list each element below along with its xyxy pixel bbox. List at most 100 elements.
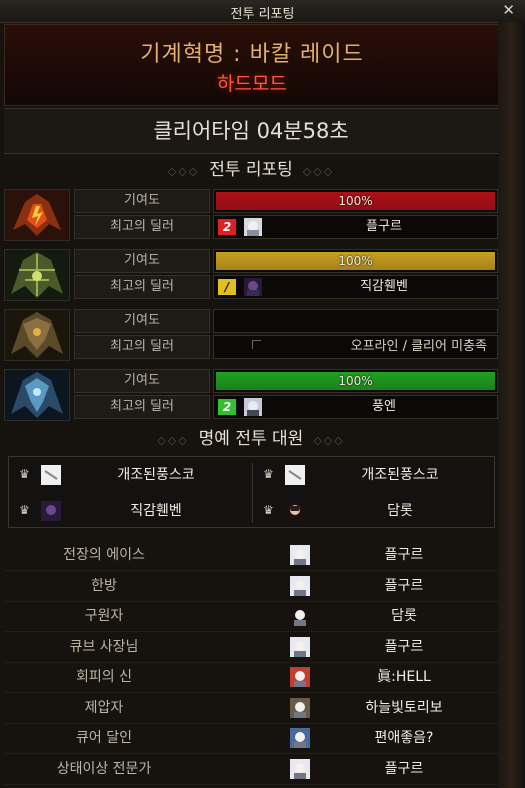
player-avatar-icon [290, 636, 310, 657]
player-avatar-icon [290, 697, 310, 718]
crown-icon: ♛ [19, 503, 30, 517]
dealer-name: 플구르 [366, 219, 402, 234]
battle-report-window: 전투 리포팅 ✕ 기계혁명 : 바칼 레이드 하드모드 클리어타임 04분58초… [0, 0, 525, 788]
boss-card: 기여도 최고의 딜러 오프라인 / 클리어 미충족 [4, 309, 498, 361]
honor-members-panel: ♛ 개조된풍스코 ♛ 개조된풍스코 ♛ 직감휀벤 ♛ 담롯 [8, 456, 495, 528]
title-bar: 전투 리포팅 ✕ [0, 0, 525, 23]
contribution-label: 기여도 [74, 189, 210, 213]
contribution-bar-track: 100% [213, 369, 498, 393]
award-row: 제압자 하늘빛토리보 [4, 693, 498, 724]
contribution-percent: 100% [338, 374, 373, 388]
award-row: 큐어 달인 편애좋음? [4, 723, 498, 754]
honor-member-name: 개조된풍스코 [361, 467, 439, 483]
player-avatar-icon [41, 465, 61, 485]
honor-member-name: 개조된풍스코 [117, 467, 195, 483]
thorn-dragon-icon [4, 249, 70, 301]
rank-badge: 2 [218, 219, 236, 235]
contribution-row: 기여도 100% [74, 189, 498, 213]
award-row: 상태이상 전문가 플구르 [4, 754, 498, 785]
clear-time: 클리어타임 04분58초 [4, 108, 498, 154]
divider [252, 463, 253, 523]
background-decoration [498, 22, 525, 788]
honor-section-title: ◇◇◇ 명예 전투 대원 ◇◇◇ [4, 427, 498, 451]
award-title: 제압자 [84, 699, 124, 716]
raid-mode: 하드모드 [217, 73, 287, 95]
rank-badge: / [218, 279, 236, 295]
offline-text: 오프라인 / 클리어 미충족 [350, 339, 487, 354]
contribution-row: 기여도 100% [74, 369, 498, 393]
top-dealer-row: 최고의 딜러 2 플구르 [74, 215, 498, 239]
crown-icon: ♛ [263, 503, 274, 517]
player-avatar-icon [290, 575, 310, 596]
top-dealer-value: 오프라인 / 클리어 미충족 [213, 335, 498, 359]
ornament-right: ◇◇◇ [302, 165, 335, 178]
contribution-bar: 100% [216, 252, 495, 270]
award-title: 전장의 에이스 [63, 547, 145, 563]
gold-dragon-icon [4, 309, 70, 361]
player-avatar-icon [244, 218, 262, 236]
dealer-name: 직감휀벤 [360, 279, 408, 294]
award-title: 큐어 달인 [76, 730, 132, 746]
honor-member: ♛ 개조된풍스코 [255, 459, 495, 491]
contribution-bar: 100% [216, 192, 495, 210]
honor-member: ♛ 개조된풍스코 [11, 459, 251, 491]
boss-card: 기여도 100% 최고의 딜러 2 풍엔 [4, 369, 498, 421]
top-dealer-value: / 직감휀벤 [213, 275, 498, 299]
contribution-bar-track: 100% [213, 249, 498, 273]
crown-icon: ♛ [19, 467, 30, 481]
top-dealer-label: 최고의 딜러 [74, 335, 210, 359]
award-title: 한방 [91, 577, 117, 594]
award-row: 전장의 에이스 플구르 [4, 540, 498, 571]
player-avatar-icon [290, 758, 310, 779]
contribution-label: 기여도 [74, 309, 210, 333]
player-avatar-icon [41, 501, 61, 521]
contribution-percent: 100% [338, 194, 373, 208]
window-title: 전투 리포팅 [230, 7, 295, 22]
award-winner: 플구르 [384, 547, 424, 563]
honor-title-text: 명예 전투 대원 [198, 429, 304, 449]
award-winner: 담롯 [391, 608, 417, 624]
boss-card: 기여도 100% 최고의 딜러 / 직감휀벤 [4, 249, 498, 301]
top-dealer-row: 최고의 딜러 / 직감휀벤 [74, 275, 498, 299]
honor-member: ♛ 직감휀벤 [11, 495, 251, 527]
fire-dragon-icon [4, 189, 70, 241]
award-winner: 편애좋음? [374, 730, 434, 746]
contribution-percent: 100% [338, 254, 373, 268]
award-title: 상태이상 전문가 [56, 760, 152, 777]
contribution-bar: 100% [216, 372, 495, 390]
player-avatar-icon [290, 606, 310, 626]
award-winner: 하늘빛토리보 [365, 699, 443, 716]
award-title: 회피의 신 [76, 669, 132, 685]
ornament-left: ◇◇◇ [157, 434, 189, 447]
honor-member: ♛ 담롯 [255, 495, 495, 527]
rank-badge: 2 [218, 399, 236, 415]
contribution-row: 기여도 100% [74, 249, 498, 273]
player-avatar-icon [290, 545, 310, 565]
contribution-row: 기여도 [74, 309, 498, 333]
close-icon[interactable]: ✕ [502, 1, 515, 19]
award-winner: 眞:HELL [377, 669, 431, 685]
contribution-bar-track: 100% [213, 189, 498, 213]
report-title-text: 전투 리포팅 [209, 160, 293, 180]
ice-dragon-icon [4, 369, 70, 421]
award-row: 구원자 담롯 [4, 601, 498, 632]
player-avatar-icon [285, 465, 305, 485]
contribution-label: 기여도 [74, 249, 210, 273]
top-dealer-value: 2 풍엔 [213, 395, 498, 419]
top-dealer-label: 최고의 딜러 [74, 395, 210, 419]
player-avatar-icon [290, 728, 310, 748]
contribution-bar-track [213, 309, 498, 333]
player-avatar-icon [285, 501, 305, 521]
contribution-label: 기여도 [74, 369, 210, 393]
award-row: 회피의 신 眞:HELL [4, 662, 498, 693]
raid-name: 기계혁명 : 바칼 레이드 [140, 42, 364, 67]
top-dealer-row: 최고의 딜러 오프라인 / 클리어 미충족 [74, 335, 498, 359]
award-winner: 플구르 [384, 638, 424, 655]
crown-icon: ♛ [263, 467, 274, 481]
player-avatar-icon [290, 667, 310, 687]
award-row: 큐브 사장님 플구르 [4, 632, 498, 663]
top-dealer-label: 최고의 딜러 [74, 275, 210, 299]
ornament-right: ◇◇◇ [313, 434, 345, 447]
dealer-name: 풍엔 [372, 399, 396, 414]
honor-member-name: 담롯 [387, 503, 413, 519]
